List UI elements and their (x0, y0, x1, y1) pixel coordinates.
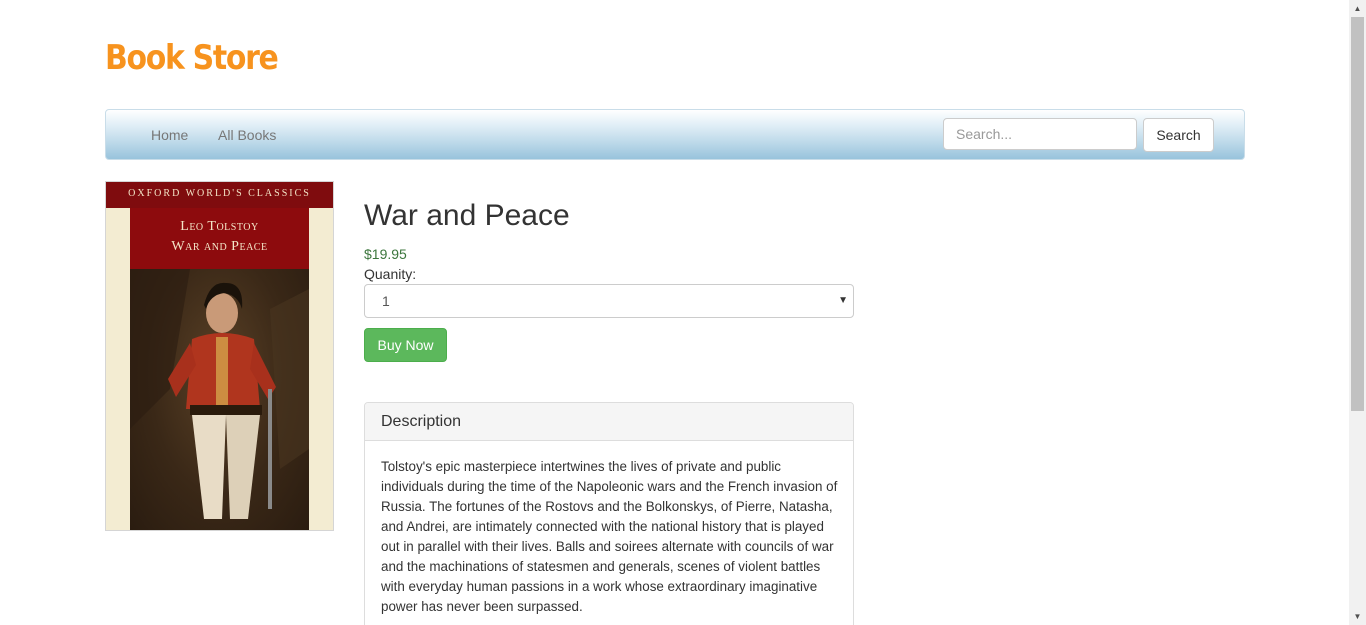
arrow-down-icon[interactable]: ▼ (1349, 608, 1366, 625)
quantity-select[interactable]: 1 ▼ (364, 284, 854, 318)
quantity-label: Quanity: (364, 266, 417, 282)
description-panel: Description Tolstoy's epic masterpiece i… (364, 402, 854, 625)
caret-down-icon: ▼ (838, 295, 848, 306)
cover-author: Leo Tolstoy (180, 219, 259, 234)
search-input[interactable] (943, 118, 1137, 150)
page: Book Store Home All Books Search OXFORD … (0, 0, 1366, 625)
quantity-selected-value: 1 (382, 293, 390, 309)
cover-portrait-art (130, 269, 309, 519)
page-scrollbar[interactable]: ▲ ▼ (1349, 0, 1366, 625)
book-price: $19.95 (364, 246, 407, 262)
nav-all-books-link[interactable]: All Books (218, 110, 276, 159)
nav-home-link[interactable]: Home (151, 110, 188, 159)
cover-title: War and Peace (171, 239, 268, 254)
cover-portrait (130, 269, 309, 530)
description-heading: Description (365, 403, 853, 441)
book-cover-image: OXFORD WORLD'S CLASSICS Leo Tolstoy War … (105, 181, 334, 531)
search-button[interactable]: Search (1143, 118, 1214, 152)
navbar: Home All Books Search (105, 109, 1245, 160)
cover-series-label: OXFORD WORLD'S CLASSICS (106, 182, 333, 208)
brand-title[interactable]: Book Store (105, 38, 279, 78)
arrow-up-icon[interactable]: ▲ (1349, 0, 1366, 17)
cover-title-box: Leo Tolstoy War and Peace (130, 208, 309, 269)
buy-now-button[interactable]: Buy Now (364, 328, 447, 362)
book-title: War and Peace (364, 199, 570, 232)
description-text: Tolstoy's epic masterpiece intertwines t… (381, 459, 838, 614)
scrollbar-thumb[interactable] (1351, 17, 1364, 411)
